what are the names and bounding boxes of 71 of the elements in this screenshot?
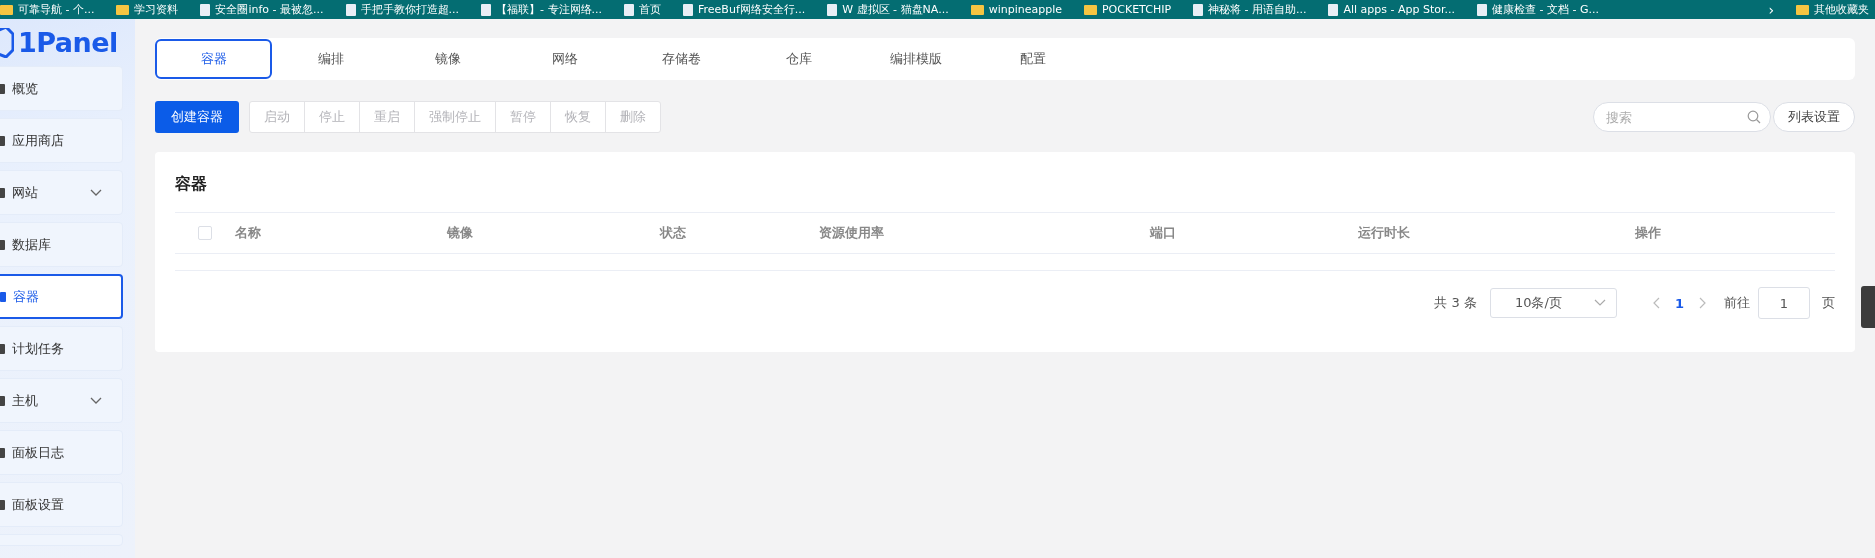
page-icon bbox=[200, 3, 211, 16]
bookmark-link[interactable]: W 虚拟区 - 猫盘NA... bbox=[827, 2, 949, 17]
list-settings-button[interactable]: 列表设置 bbox=[1773, 102, 1855, 132]
bookmark-link[interactable]: All apps - App Stor... bbox=[1328, 3, 1456, 16]
sidebar-item[interactable]: 容器 bbox=[0, 274, 123, 319]
sidebar-item[interactable]: 计划任务 bbox=[0, 326, 123, 371]
total-count: 共 3 条 bbox=[1434, 294, 1477, 312]
bookmark-link[interactable]: 首页 bbox=[624, 2, 661, 17]
bookmark-link[interactable]: FreeBuf网络安全行... bbox=[683, 2, 806, 17]
logo-text: 1Panel bbox=[18, 27, 118, 58]
goto-page-field[interactable]: 1 bbox=[1758, 287, 1810, 319]
goto-label: 前往 bbox=[1724, 294, 1750, 312]
sidebar-item[interactable]: 应用商店 bbox=[0, 118, 123, 163]
folder-icon bbox=[1084, 4, 1097, 15]
tab[interactable]: 配置 bbox=[974, 39, 1091, 79]
bookmark-link[interactable]: 可靠导航 - 个... bbox=[0, 2, 95, 17]
column-header: 名称 bbox=[235, 225, 261, 240]
folder-icon bbox=[1796, 4, 1809, 15]
tab[interactable]: 镜像 bbox=[389, 39, 506, 79]
bookmark-link[interactable]: 健康检查 - 文档 - G... bbox=[1477, 2, 1599, 17]
other-bookmarks-link[interactable]: 其他收藏夹 bbox=[1796, 2, 1869, 17]
column-header: 状态 bbox=[660, 225, 686, 240]
page-number[interactable]: 1 bbox=[1674, 295, 1684, 311]
page-icon bbox=[1477, 3, 1488, 16]
create-container-button[interactable]: 创建容器 bbox=[155, 101, 239, 133]
bookmark-link[interactable]: 手把手教你打造超... bbox=[345, 2, 460, 17]
previous-page-icon[interactable] bbox=[1652, 297, 1661, 309]
folder-icon bbox=[0, 4, 13, 15]
bookmark-link[interactable]: POCKETCHIP bbox=[1084, 3, 1172, 16]
sidebar-item[interactable]: 数据库 bbox=[0, 222, 123, 267]
bookmarks-overflow-button[interactable]: › bbox=[1768, 1, 1774, 18]
page-icon bbox=[1193, 3, 1204, 16]
column-header: 运行时长 bbox=[1358, 225, 1410, 240]
search-icon bbox=[1747, 110, 1761, 124]
next-page-icon[interactable] bbox=[1698, 297, 1706, 309]
sidebar-item[interactable]: 面板日志 bbox=[0, 430, 123, 475]
page-icon bbox=[345, 3, 356, 16]
sidebar-item[interactable]: 主机 bbox=[0, 378, 123, 423]
bookmark-link[interactable]: 学习资料 bbox=[116, 2, 179, 17]
column-header: 端口 bbox=[1150, 225, 1176, 240]
page-icon bbox=[481, 3, 492, 16]
sidebar-item[interactable]: 面板设置 bbox=[0, 482, 123, 527]
select-all-checkbox[interactable] bbox=[198, 226, 212, 240]
folder-icon bbox=[116, 4, 130, 15]
sidebar-item[interactable]: 概览 bbox=[0, 66, 123, 111]
bookmark-link[interactable]: 【福联】- 专注网络... bbox=[481, 2, 602, 17]
tab[interactable]: 编排模版 bbox=[857, 39, 974, 79]
tab[interactable]: 编排 bbox=[272, 39, 389, 79]
tab[interactable]: 网络 bbox=[506, 39, 623, 79]
tab[interactable]: 容器 bbox=[155, 39, 272, 79]
column-header: 资源使用率 bbox=[819, 225, 884, 240]
folder-icon bbox=[970, 4, 984, 15]
page-icon bbox=[683, 3, 693, 16]
card-title: 容器 bbox=[175, 174, 208, 195]
tab[interactable]: 仓库 bbox=[740, 39, 857, 79]
tab[interactable]: 存储卷 bbox=[623, 39, 740, 79]
column-header: 镜像 bbox=[447, 225, 473, 240]
bookmark-link[interactable]: winpineapple bbox=[970, 3, 1062, 16]
page-icon bbox=[827, 3, 838, 16]
chevron-down-icon bbox=[1593, 299, 1606, 307]
page-unit-label: 页 bbox=[1822, 294, 1835, 312]
page-icon bbox=[624, 3, 634, 16]
bookmark-link[interactable]: 安全圈info - 最被忽... bbox=[200, 2, 324, 17]
page-icon bbox=[1328, 3, 1339, 16]
floating-widget[interactable] bbox=[1861, 286, 1875, 328]
column-header: 操作 bbox=[1635, 225, 1661, 240]
search-field[interactable]: 搜索 bbox=[1593, 102, 1771, 132]
hexagon-logo-icon bbox=[0, 27, 14, 58]
bookmark-link[interactable]: 神秘将 - 用语自助... bbox=[1193, 2, 1307, 17]
sidebar-item[interactable]: 网站 bbox=[0, 170, 123, 215]
page-size-select[interactable]: 10条/页 bbox=[1489, 288, 1617, 318]
